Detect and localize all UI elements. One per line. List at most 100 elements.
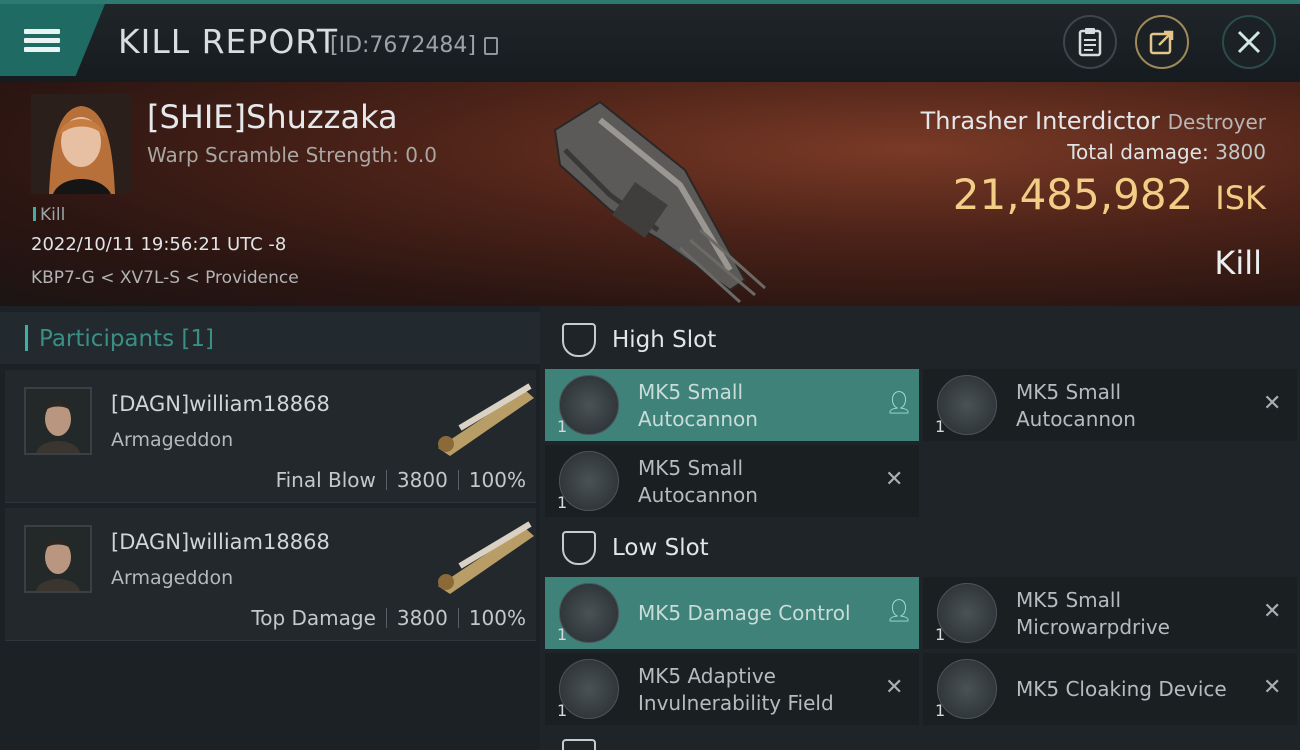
pilot-portrait-icon <box>26 389 90 453</box>
pilot-portrait-icon <box>31 94 131 194</box>
copy-icon[interactable] <box>484 37 498 55</box>
module-name: MK5 Small Microwarpdrive <box>1016 587 1170 641</box>
module-item[interactable]: 1 MK5 Adaptive Invulnerability Field ✕ <box>545 653 919 725</box>
x-icon: ✕ <box>885 675 904 700</box>
x-icon: ✕ <box>885 467 904 492</box>
module-name-line: Autocannon <box>638 483 758 507</box>
close-button[interactable] <box>1222 15 1276 69</box>
autocannon-icon <box>937 375 997 435</box>
ship-render-image <box>553 100 766 304</box>
low-slot-title: Low Slot <box>612 535 709 561</box>
participant-avatar[interactable] <box>24 387 92 455</box>
autocannon-icon <box>559 375 619 435</box>
clipboard-icon <box>1078 28 1102 57</box>
module-name-line: MK5 Small <box>638 380 743 404</box>
module-quantity: 1 <box>935 417 946 436</box>
participants-label: Participants [1] <box>39 326 214 352</box>
mid-slot-icon <box>562 739 596 750</box>
module-item[interactable]: 1 MK5 Small Microwarpdrive ✕ <box>923 577 1297 649</box>
isk-value: 21,485,982 ISK <box>953 170 1266 219</box>
module-quantity: 1 <box>935 625 946 644</box>
participant-row[interactable]: [DAGN]william18868 Armageddon Final Blow… <box>5 370 536 503</box>
high-slot-title: High Slot <box>612 327 717 353</box>
module-name: MK5 Cloaking Device <box>1016 676 1227 703</box>
participant-damage: 3800 <box>396 468 448 492</box>
clipboard-button[interactable] <box>1063 15 1117 69</box>
module-name: MK5 Damage Control <box>638 600 851 627</box>
close-icon <box>1237 30 1261 54</box>
warp-scramble-strength: Warp Scramble Strength: 0.0 <box>147 143 438 167</box>
module-name-line: MK5 Cloaking Device <box>1016 677 1227 701</box>
module-name-line: Autocannon <box>1016 407 1136 431</box>
participant-role: Top Damage <box>251 606 376 630</box>
autocannon-icon <box>559 451 619 511</box>
victim-pilot-name[interactable]: [SHIE]Shuzzaka <box>147 98 398 136</box>
module-name-line: MK5 Small <box>1016 588 1121 612</box>
module-item[interactable]: 1 MK5 Cloaking Device ✕ <box>923 653 1297 725</box>
person-icon: 👤︎ <box>885 391 913 416</box>
module-name: MK5 Small Autocannon <box>1016 379 1136 433</box>
module-name-line: Invulnerability Field <box>638 691 834 715</box>
total-damage-value: 3800 <box>1215 140 1266 164</box>
x-icon: ✕ <box>1263 675 1282 700</box>
participant-stats: Final Blow 3800 100% <box>276 468 526 492</box>
x-icon: ✕ <box>1263 599 1282 624</box>
module-item[interactable]: 1 MK5 Small Autocannon ✕ <box>923 369 1297 441</box>
participant-ship: Armageddon <box>111 567 234 589</box>
damage-control-icon <box>559 583 619 643</box>
kill-tag: Kill <box>33 205 65 225</box>
participant-name[interactable]: [DAGN]william18868 <box>111 392 330 416</box>
module-name: MK5 Small Autocannon <box>638 379 758 433</box>
module-item[interactable]: 1 MK5 Small Autocannon 👤︎ <box>545 369 919 441</box>
kill-datetime: 2022/10/11 19:56:21 UTC -8 <box>31 234 287 255</box>
weapon-image <box>438 521 534 594</box>
module-item[interactable]: 1 MK5 Damage Control 👤︎ <box>545 577 919 649</box>
pilot-portrait-icon <box>26 527 90 591</box>
module-quantity: 1 <box>557 701 568 720</box>
victim-ship[interactable]: Thrasher Interdictor Destroyer <box>921 107 1266 135</box>
module-name-line: MK5 Damage Control <box>638 601 851 625</box>
victim-portrait[interactable] <box>31 94 131 194</box>
module-item[interactable]: 1 MK5 Small Autocannon ✕ <box>545 445 919 517</box>
module-name: MK5 Adaptive Invulnerability Field <box>638 663 834 717</box>
module-quantity: 1 <box>557 417 568 436</box>
isk-amount: 21,485,982 <box>952 170 1194 219</box>
module-name-line: MK5 Small <box>638 456 743 480</box>
module-name-line: Autocannon <box>638 407 758 431</box>
participant-percent: 100% <box>468 606 526 630</box>
ship-name: Thrasher Interdictor <box>920 107 1160 135</box>
total-damage: Total damage: 3800 <box>1067 140 1266 164</box>
module-name-line: MK5 Adaptive <box>638 664 776 688</box>
low-slot-icon <box>562 531 596 565</box>
participant-ship: Armageddon <box>111 429 234 451</box>
participant-damage: 3800 <box>396 606 448 630</box>
share-button[interactable] <box>1135 15 1189 69</box>
weapon-image <box>438 383 534 456</box>
page-title: KILL REPORT <box>118 22 338 61</box>
participant-role: Final Blow <box>275 468 376 492</box>
kill-tag-label: Kill <box>40 205 66 225</box>
share-icon <box>1149 30 1174 55</box>
invulnerability-field-icon <box>559 659 619 719</box>
participant-row[interactable]: [DAGN]william18868 Armageddon Top Damage… <box>5 508 536 641</box>
isk-unit: ISK <box>1215 179 1266 217</box>
total-damage-label: Total damage: <box>1067 140 1209 164</box>
module-name: MK5 Small Autocannon <box>638 455 758 509</box>
microwarpdrive-icon <box>937 583 997 643</box>
participants-title: Participants <box>39 326 175 352</box>
participant-percent: 100% <box>468 468 526 492</box>
report-result: Kill <box>1214 244 1262 282</box>
module-quantity: 1 <box>557 625 568 644</box>
participant-name[interactable]: [DAGN]william18868 <box>111 530 330 554</box>
location-route: KBP7-G < XV7L-S < Providence <box>31 268 299 288</box>
high-slot-icon <box>562 323 596 357</box>
person-icon: 👤︎ <box>885 599 913 624</box>
participant-avatar[interactable] <box>24 525 92 593</box>
cloaking-device-icon <box>937 659 997 719</box>
ship-class: Destroyer <box>1167 110 1266 134</box>
participants-count: [1] <box>181 326 215 352</box>
x-icon: ✕ <box>1263 391 1282 416</box>
header-marker-icon <box>25 325 28 351</box>
hamburger-icon <box>24 25 60 56</box>
module-quantity: 1 <box>935 701 946 720</box>
